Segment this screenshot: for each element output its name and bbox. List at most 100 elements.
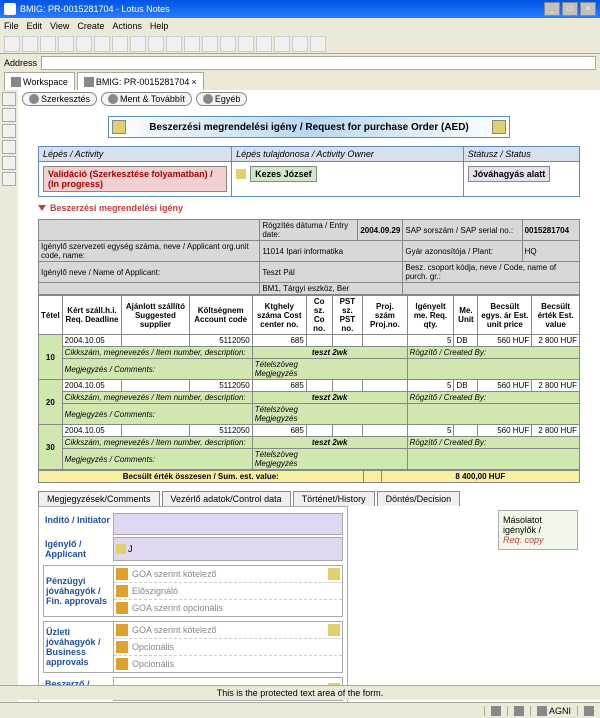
section-head[interactable]: Beszerzési megrendelési igény: [38, 203, 580, 213]
approver-line: GOA szerint kötelező: [114, 622, 342, 639]
twisty-icon: [38, 205, 46, 211]
address-bar: Address: [0, 54, 600, 72]
cell: 560 HUF: [478, 425, 532, 437]
action-tabs: Szerkesztés Ment & Továbbít Egyéb: [18, 90, 600, 108]
toolbar-btn[interactable]: [148, 36, 164, 52]
toolbar-btn[interactable]: [40, 36, 56, 52]
tab-document[interactable]: BMIG: PR-0015281704 ×: [77, 72, 204, 90]
cell: DB: [454, 335, 478, 347]
menu-actions[interactable]: Actions: [112, 21, 142, 31]
sap-label: SAP sorszám / SAP serial no.:: [403, 220, 522, 241]
toolbar-btn[interactable]: [166, 36, 182, 52]
tab-label: BMIG: PR-0015281704: [96, 77, 190, 87]
row-num: 30: [39, 425, 63, 470]
cell: 685: [252, 335, 306, 347]
pencil-icon: [116, 544, 126, 554]
cell: 5: [407, 335, 454, 347]
panel-btn[interactable]: [2, 92, 16, 106]
toolbar-btn[interactable]: [184, 36, 200, 52]
comments-label: Megjegyzés / Comments:: [62, 404, 252, 425]
tab-close-icon[interactable]: ×: [191, 77, 196, 87]
tab-decision[interactable]: Döntés/Decision: [377, 491, 461, 506]
item-desc-label: Cikkszám, megnevezés / Item number, desc…: [62, 347, 252, 359]
toolbar-btn[interactable]: [22, 36, 38, 52]
status-icon: [491, 706, 501, 716]
action-edit[interactable]: Szerkesztés: [22, 92, 97, 106]
toolbar-btn[interactable]: [94, 36, 110, 52]
app-icon: [4, 3, 16, 15]
fin-approvals: Pénzügyi jóváhagyók / Fin. approvals GOA…: [43, 565, 343, 617]
th-proj: Proj. szám Proj.no.: [363, 296, 407, 335]
toolbar-btn[interactable]: [112, 36, 128, 52]
toolbar-btn[interactable]: [76, 36, 92, 52]
cell: 5112050: [189, 335, 252, 347]
approver-line: Opcionális: [114, 639, 342, 656]
delete-icon[interactable]: [328, 568, 340, 580]
delete-icon[interactable]: [328, 624, 340, 636]
left-panel: [0, 90, 18, 690]
th-unit: Me. Unit: [454, 296, 478, 335]
address-input[interactable]: [41, 56, 596, 70]
flag-icon: [116, 641, 128, 653]
applicant-label: Igénylő neve / Name of Applicant:: [39, 262, 260, 283]
doc-icon: [84, 77, 94, 87]
panel-btn[interactable]: [2, 156, 16, 170]
info-icon: [203, 94, 213, 104]
status-icon: [584, 706, 594, 716]
tab-comments[interactable]: Megjegyzések/Comments: [38, 491, 160, 506]
cell: 2 800 HUF: [532, 425, 580, 437]
line-text: Előszignáló: [132, 586, 178, 596]
panel-btn[interactable]: [2, 108, 16, 122]
tab-history[interactable]: Történet/History: [293, 491, 375, 506]
menu-view[interactable]: View: [50, 21, 69, 31]
section-title: Beszerzési megrendelési igény: [50, 203, 183, 213]
menu-edit[interactable]: Edit: [27, 21, 43, 31]
toolbar-btn[interactable]: [256, 36, 272, 52]
statusbar: AGNI: [0, 702, 600, 718]
panel-btn[interactable]: [2, 172, 16, 186]
menu-create[interactable]: Create: [77, 21, 104, 31]
action-save[interactable]: Ment & Továbbít: [101, 92, 192, 106]
maximize-button[interactable]: □: [562, 2, 578, 16]
titlebar: BMIG: PR-0015281704 - Lotus Notes _ □ ×: [0, 0, 600, 18]
toolbar-btn[interactable]: [274, 36, 290, 52]
menu-file[interactable]: File: [4, 21, 19, 31]
action-other[interactable]: Egyéb: [196, 92, 248, 106]
sap-value: 0015281704: [522, 220, 579, 241]
toolbar-btn[interactable]: [238, 36, 254, 52]
line-text: GOA szerint kötelező: [132, 625, 217, 635]
menu-help[interactable]: Help: [150, 21, 169, 31]
cell: 685: [252, 380, 306, 392]
toolbar-btn[interactable]: [130, 36, 146, 52]
panel-btn[interactable]: [2, 124, 16, 138]
toolbar-btn[interactable]: [202, 36, 218, 52]
item-desc-label: Cikkszám, megnevezés / Item number, desc…: [62, 437, 252, 449]
toolbar-btn[interactable]: [58, 36, 74, 52]
tab-control[interactable]: Vezérlő adatok/Control data: [162, 491, 291, 506]
text-cell: TételszövegMegjegyzés: [252, 359, 407, 380]
tab-workspace[interactable]: Workspace: [4, 72, 75, 90]
flag-icon: [116, 624, 128, 636]
entry-date-label: Rögzítés dátuma / Entry date:: [260, 220, 358, 241]
step-value: Validáció (Szerkesztése folyamatban) / (…: [43, 166, 227, 192]
owner-value: Kezes József: [250, 166, 317, 182]
purch-label: Besz. csoport kódja, neve / Code, name o…: [403, 262, 580, 283]
toolbar-btn[interactable]: [4, 36, 20, 52]
minimize-button[interactable]: _: [544, 2, 560, 16]
action-label: Ment & Továbbít: [120, 94, 185, 104]
purch-value: BM1, Tárgyi eszköz, Ber: [260, 283, 403, 295]
toolbar-btn[interactable]: [292, 36, 308, 52]
panel-btn[interactable]: [2, 140, 16, 154]
flag-icon: [116, 658, 128, 670]
tab-label: Workspace: [23, 77, 68, 87]
footer-text: This is the protected text area of the f…: [0, 685, 600, 700]
applicant-field[interactable]: J: [113, 537, 343, 561]
th-co: Co sz. Co no.: [306, 296, 332, 335]
side-label-em: Req. copy: [503, 535, 573, 545]
item-desc: teszt 2wk: [252, 437, 407, 449]
toolbar-btn[interactable]: [220, 36, 236, 52]
field-text: J: [128, 544, 133, 554]
close-button[interactable]: ×: [580, 2, 596, 16]
initiator-field[interactable]: [113, 513, 343, 535]
toolbar-btn[interactable]: [310, 36, 326, 52]
